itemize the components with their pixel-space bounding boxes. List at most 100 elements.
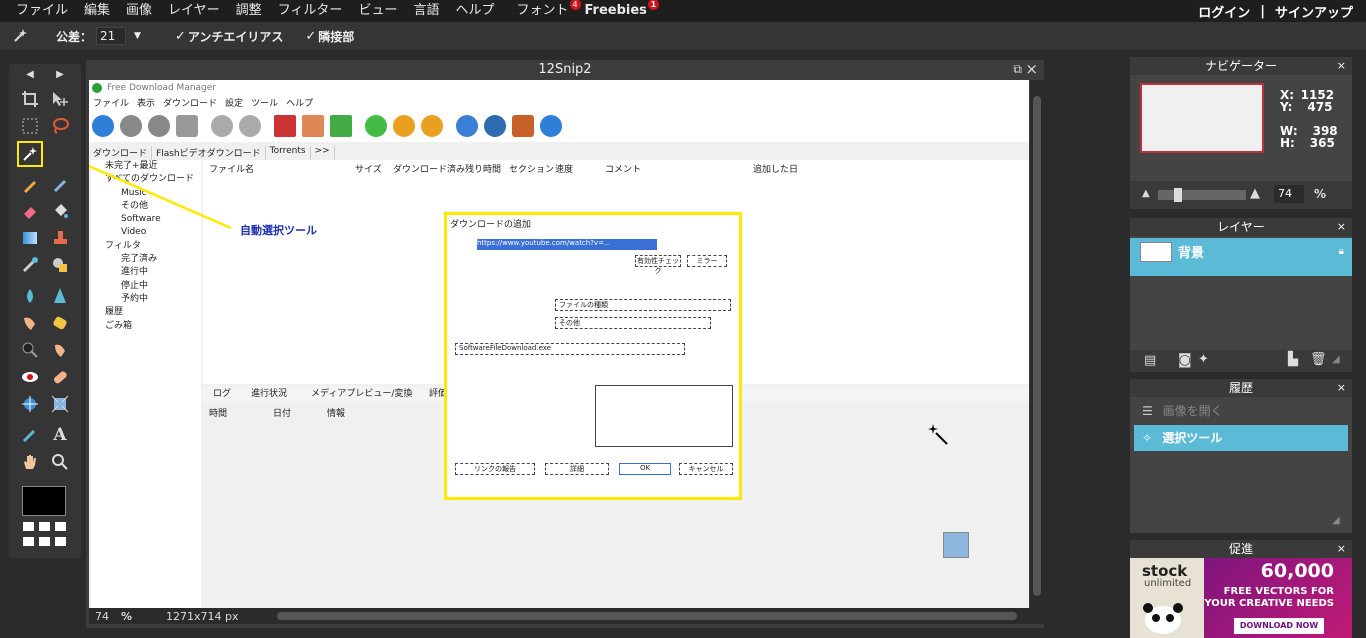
history-item-label: 画像を開く (1162, 404, 1223, 418)
menu-help[interactable]: ヘルプ (447, 0, 502, 22)
canvas[interactable]: Free Download Manager ファイル 表示 ダウンロード 設定 … (89, 80, 1029, 608)
antialias-checkbox[interactable]: ✓ アンチエイリアス (175, 28, 283, 45)
menu-image[interactable]: 画像 (118, 0, 160, 22)
signup-link[interactable]: サインアップ (1270, 2, 1358, 21)
color-replace-tool-icon[interactable] (17, 252, 43, 278)
tolerance-input[interactable]: 21 (96, 27, 127, 45)
grid-cell[interactable] (23, 537, 34, 546)
menu-view[interactable]: ビュー (350, 0, 405, 22)
history-title: 履歴 (1130, 379, 1352, 397)
resize-grip-icon[interactable]: ◢ (1332, 354, 1340, 365)
red-eye-tool-icon[interactable] (17, 364, 43, 390)
promo-banner[interactable]: stock unlimited 60,000 FREE VECTORS FOR … (1130, 558, 1352, 638)
collapse-left-icon[interactable]: ◀ (17, 66, 43, 82)
zoom-in-icon[interactable]: ▲ (1250, 186, 1260, 201)
grid-cell[interactable] (55, 522, 66, 531)
text-tool-icon[interactable]: A (47, 422, 73, 448)
menu-freebies[interactable]: Freebies 1 (577, 0, 659, 22)
vertical-scroll-thumb[interactable] (1033, 96, 1041, 596)
lasso-tool-icon[interactable] (47, 113, 73, 139)
annotation-arrow (89, 164, 232, 230)
zoom-out-icon[interactable]: ▲ (1142, 188, 1150, 199)
layer-name: 背景 (1178, 246, 1205, 261)
grid-cell[interactable] (39, 522, 50, 531)
auth-links: ログイン | サインアップ (1193, 0, 1358, 22)
delete-layer-icon[interactable]: 🗑︎ (1310, 352, 1327, 367)
lock-icon: 🔒︎ (1338, 246, 1344, 257)
dodge-tool-icon[interactable] (17, 337, 43, 363)
hand-tool-icon[interactable] (17, 449, 43, 475)
zoom-tool-icon[interactable] (47, 449, 73, 475)
pencil-tool-icon[interactable] (17, 172, 43, 198)
stamp-tool-icon[interactable] (47, 225, 73, 251)
auth-separator: | (1260, 3, 1265, 19)
contiguous-check-icon: ✓ (305, 28, 317, 44)
horizontal-scroll-thumb[interactable] (276, 612, 1017, 620)
bucket-tool-icon[interactable] (47, 198, 73, 224)
navigator-close-icon[interactable]: × (1337, 57, 1346, 75)
menu-adjust[interactable]: 調整 (228, 0, 270, 22)
promo-count: 60,000 (1260, 560, 1334, 582)
eraser-tool-icon[interactable] (17, 198, 43, 224)
document-close-icon[interactable]: × (1025, 60, 1038, 78)
vertical-scrollbar[interactable] (1030, 80, 1044, 608)
login-link[interactable]: ログイン (1193, 2, 1255, 21)
zoom-slider[interactable] (1158, 188, 1246, 202)
promo-close-icon[interactable]: × (1337, 540, 1346, 558)
grid-cell[interactable] (55, 537, 66, 546)
history-close-icon[interactable]: × (1337, 379, 1346, 397)
marquee-tool-icon[interactable] (17, 113, 43, 139)
brush-tool-icon[interactable] (47, 172, 73, 198)
drawing-tool-icon[interactable] (47, 252, 73, 278)
layer-style-icon[interactable]: ✦ (1198, 352, 1209, 367)
gradient-tool-icon[interactable] (17, 225, 43, 251)
history-resize-grip-icon[interactable]: ◢ (1332, 515, 1340, 526)
layers-close-icon[interactable]: × (1337, 218, 1346, 236)
restore-icon[interactable]: ⧉ (1013, 62, 1022, 77)
sharpen-tool-icon[interactable] (47, 283, 73, 309)
menu-fonts[interactable]: フォント 4 (508, 0, 581, 22)
grid-cell[interactable] (23, 522, 34, 531)
contiguous-label: 隣接部 (318, 29, 355, 44)
tolerance-dropdown-icon[interactable]: ▼ (134, 31, 141, 41)
navigator-zoom-input[interactable]: 74 (1274, 185, 1304, 203)
magic-wand-tool-icon[interactable] (17, 141, 43, 167)
move-tool-icon[interactable] (47, 86, 73, 112)
spot-heal-tool-icon[interactable] (47, 364, 73, 390)
menu-bar: ファイル 編集 画像 レイヤー 調整 フィルター ビュー 言語 ヘルプ フォント… (0, 0, 1366, 22)
menu-filter[interactable]: フィルター (270, 0, 351, 22)
history-body: ☰ 画像を開く ✧ 選択ツール ◢ (1130, 397, 1352, 533)
blur-tool-icon[interactable] (17, 283, 43, 309)
crop-tool-icon[interactable] (17, 86, 43, 112)
panda-icon (1143, 603, 1183, 634)
antialias-check-icon: ✓ (174, 28, 186, 44)
navigator-thumbnail[interactable] (1140, 83, 1264, 153)
color-picker-tool-icon[interactable] (17, 422, 43, 448)
promo-brand-sub: unlimited (1144, 578, 1192, 589)
layer-row[interactable]: 背景 🔒︎ (1130, 238, 1352, 276)
promo-headline-1: FREE VECTORS FOR (1223, 586, 1334, 597)
zoom-value[interactable]: 74 (95, 610, 117, 623)
menu-edit[interactable]: 編集 (76, 0, 118, 22)
zoom-slider-thumb[interactable] (1174, 188, 1182, 202)
navigator-body: X: 1152 Y: 475 W: 398 H: 365 ▲ ▲ 74 % (1130, 75, 1352, 209)
expand-right-icon[interactable]: ▶ (47, 66, 73, 82)
sponge-tool-icon[interactable] (47, 310, 73, 336)
grid-cell[interactable] (39, 537, 50, 546)
contiguous-checkbox[interactable]: ✓ 隣接部 (305, 28, 354, 45)
layer-settings-icon[interactable]: ▤ (1144, 353, 1156, 368)
menu-layer[interactable]: レイヤー (160, 0, 228, 22)
menu-fonts-label: フォント (516, 3, 569, 18)
layer-mask-icon[interactable]: ◙ (1178, 352, 1192, 368)
menu-file[interactable]: ファイル (8, 0, 76, 22)
bloat-tool-icon[interactable] (17, 391, 43, 417)
pinch-tool-icon[interactable] (47, 391, 73, 417)
smudge-tool-icon[interactable] (17, 310, 43, 336)
history-item-selected[interactable]: ✧ 選択ツール (1134, 425, 1348, 451)
history-item[interactable]: ☰ 画像を開く (1134, 401, 1348, 421)
menu-language[interactable]: 言語 (405, 0, 447, 22)
promo-download-button[interactable]: DOWNLOAD NOW (1234, 618, 1324, 634)
new-layer-icon[interactable]: ▙ (1288, 352, 1298, 367)
foreground-color-swatch[interactable] (22, 486, 66, 516)
burn-tool-icon[interactable] (47, 337, 73, 363)
